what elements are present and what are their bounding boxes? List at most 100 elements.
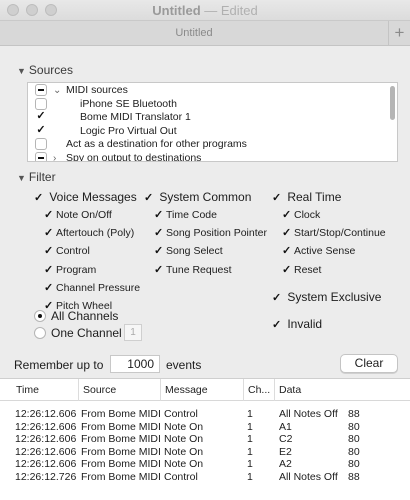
message-cell: Control xyxy=(164,471,198,483)
source-checkbox[interactable] xyxy=(35,138,47,150)
real-time-checkbox[interactable]: ✓ Active Sense xyxy=(282,245,355,259)
checkmark-icon: ✓ xyxy=(282,245,292,258)
source-row[interactable]: ✓ Bome MIDI Translator 1 xyxy=(28,111,388,124)
data-cell: All Notes Off xyxy=(279,408,338,420)
message-cell: Note On xyxy=(164,458,204,471)
source-cell: From Bome MIDI Translator 1 xyxy=(81,471,161,483)
column-header-channel[interactable]: Ch... xyxy=(243,379,274,401)
source-checkbox[interactable] xyxy=(35,84,47,96)
sources-list[interactable]: ⌄ MIDI sources iPhone SE Bluetooth ✓ Bome MI… xyxy=(27,82,398,162)
tab-bar: Untitled + xyxy=(0,20,410,46)
system-common-label: Song Position Pointer xyxy=(166,227,267,240)
event-count-field[interactable]: 1000 xyxy=(110,355,160,373)
voice-message-checkbox[interactable]: ✓ Program xyxy=(44,264,96,278)
voice-message-checkbox[interactable]: ✓ Aftertouch (Poly) xyxy=(44,227,134,241)
system-common-checkbox[interactable]: ✓ Tune Request xyxy=(154,264,232,278)
value-cell: 80 xyxy=(348,433,360,446)
tab-untitled[interactable]: Untitled xyxy=(0,21,388,46)
data-cell: A1 xyxy=(279,420,292,433)
system-common-checkbox[interactable]: ✓ System Common xyxy=(144,191,251,205)
voice-message-checkbox[interactable]: ✓ Note On/Off xyxy=(44,209,112,223)
data-cell: C2 xyxy=(279,433,293,446)
time-cell: 12:26:12.606 xyxy=(15,408,77,420)
column-header-source[interactable]: Source xyxy=(78,379,160,401)
disclosure-triangle-icon: ▼ xyxy=(17,173,26,183)
source-checkbox[interactable] xyxy=(35,97,47,110)
filter-disclosure[interactable]: ▼ Filter xyxy=(17,170,56,184)
channel-number-field[interactable]: 1 xyxy=(124,324,142,341)
system-common-checkbox[interactable]: ✓ Song Position Pointer xyxy=(154,227,267,241)
window-title: Untitled — Edited xyxy=(0,3,410,18)
filter-heading: Filter xyxy=(28,170,56,184)
voice-message-label: Note On/Off xyxy=(56,209,112,221)
real-time-label: Start/Stop/Continue xyxy=(294,227,386,240)
real-time-checkbox[interactable]: ✓ Start/Stop/Continue xyxy=(282,227,386,241)
source-label: Bome MIDI Translator 1 xyxy=(80,111,191,123)
checkmark-icon: ✓ xyxy=(44,263,54,276)
system-common-checkbox[interactable]: ✓ Song Select xyxy=(154,245,223,259)
disclosure-chevron-icon[interactable]: ⌄ xyxy=(53,84,61,97)
system-common-checkbox[interactable]: ✓ Time Code xyxy=(154,209,217,223)
sources-disclosure[interactable]: ▼ Sources xyxy=(17,63,73,77)
table-row[interactable]: 12:26:12.606 From Bome MIDI Translator 1C… xyxy=(0,408,410,420)
real-time-label: Reset xyxy=(294,263,322,276)
source-row[interactable]: › Spy on output to destinations xyxy=(28,151,388,162)
voice-message-checkbox[interactable]: ✓ Channel Pressure xyxy=(44,282,140,296)
disclosure-chevron-icon[interactable]: › xyxy=(53,152,56,162)
add-tab-button[interactable]: + xyxy=(388,21,410,46)
all-channels-radio[interactable] xyxy=(34,310,46,322)
voice-message-checkbox[interactable]: ✓ Control xyxy=(44,245,90,259)
clear-button[interactable]: Clear xyxy=(340,354,398,373)
table-row[interactable]: 12:26:12.606 From Bome MIDI Translator 1N… xyxy=(0,446,410,458)
source-row[interactable]: ⌄ MIDI sources xyxy=(28,84,388,97)
source-checkbox[interactable]: ✓ xyxy=(35,124,47,137)
checkmark-icon: ✓ xyxy=(272,319,282,331)
one-channel-radio[interactable] xyxy=(34,327,46,339)
one-channel-label: One Channel xyxy=(51,326,122,340)
source-label: MIDI sources xyxy=(66,84,128,96)
source-row[interactable]: iPhone SE Bluetooth xyxy=(28,97,388,111)
source-row[interactable]: Act as a destination for other programs xyxy=(28,138,388,151)
message-cell: Note On xyxy=(164,420,204,433)
time-cell: 12:26:12.606 xyxy=(15,433,77,446)
all-channels-label: All Channels xyxy=(51,309,119,323)
voice-message-label: Program xyxy=(56,263,97,276)
invalid-checkbox[interactable]: ✓ Invalid xyxy=(272,318,322,332)
real-time-label: Clock xyxy=(294,209,321,221)
source-row[interactable]: ✓ Logic Pro Virtual Out xyxy=(28,124,388,138)
edited-indicator: — Edited xyxy=(200,3,258,18)
checkmark-icon: ✓ xyxy=(154,227,164,240)
system-exclusive-checkbox[interactable]: ✓ System Exclusive xyxy=(272,291,381,305)
event-log-table[interactable]: Time Source Message Ch... Data 12:26:12.… xyxy=(0,378,410,500)
table-row[interactable]: 12:26:12.606 From Bome MIDI Translator 1N… xyxy=(0,421,410,433)
voice-messages-checkbox[interactable]: ✓ Voice Messages xyxy=(34,191,137,205)
invalid-label: Invalid xyxy=(287,317,323,331)
voice-messages-label: Voice Messages xyxy=(49,190,137,204)
checkmark-icon: ✓ xyxy=(154,209,164,221)
checkmark-icon: ✓ xyxy=(282,209,292,221)
channel-cell: 1 xyxy=(247,458,253,471)
voice-message-label: Control xyxy=(56,245,90,258)
source-checkbox[interactable]: ✓ xyxy=(35,111,47,123)
real-time-checkbox[interactable]: ✓ Reset xyxy=(282,264,321,278)
column-header-message[interactable]: Message xyxy=(160,379,243,401)
real-time-checkbox[interactable]: ✓ Clock xyxy=(282,209,320,223)
column-header-time[interactable]: Time xyxy=(12,379,78,401)
source-cell: From Bome MIDI Translator 1 xyxy=(81,458,161,471)
checkmark-icon: ✓ xyxy=(44,281,54,294)
real-time-label: Real Time xyxy=(287,190,342,204)
value-cell: 88 xyxy=(348,471,360,483)
source-label: iPhone SE Bluetooth xyxy=(80,97,177,110)
real-time-checkbox[interactable]: ✓ Real Time xyxy=(272,191,341,205)
data-cell: E2 xyxy=(279,445,292,458)
data-cell: A2 xyxy=(279,458,292,471)
column-header-data[interactable]: Data xyxy=(274,379,399,401)
sources-scrollbar[interactable] xyxy=(390,86,395,120)
table-row[interactable]: 12:26:12.726 From Bome MIDI Translator 1C… xyxy=(0,471,410,483)
table-row[interactable]: 12:26:12.606 From Bome MIDI Translator 1N… xyxy=(0,433,410,445)
sources-heading: Sources xyxy=(28,63,73,77)
system-common-label: Song Select xyxy=(166,245,223,258)
source-checkbox[interactable] xyxy=(35,151,47,161)
checkmark-icon: ✓ xyxy=(282,227,292,240)
table-row[interactable]: 12:26:12.606 From Bome MIDI Translator 1N… xyxy=(0,458,410,470)
